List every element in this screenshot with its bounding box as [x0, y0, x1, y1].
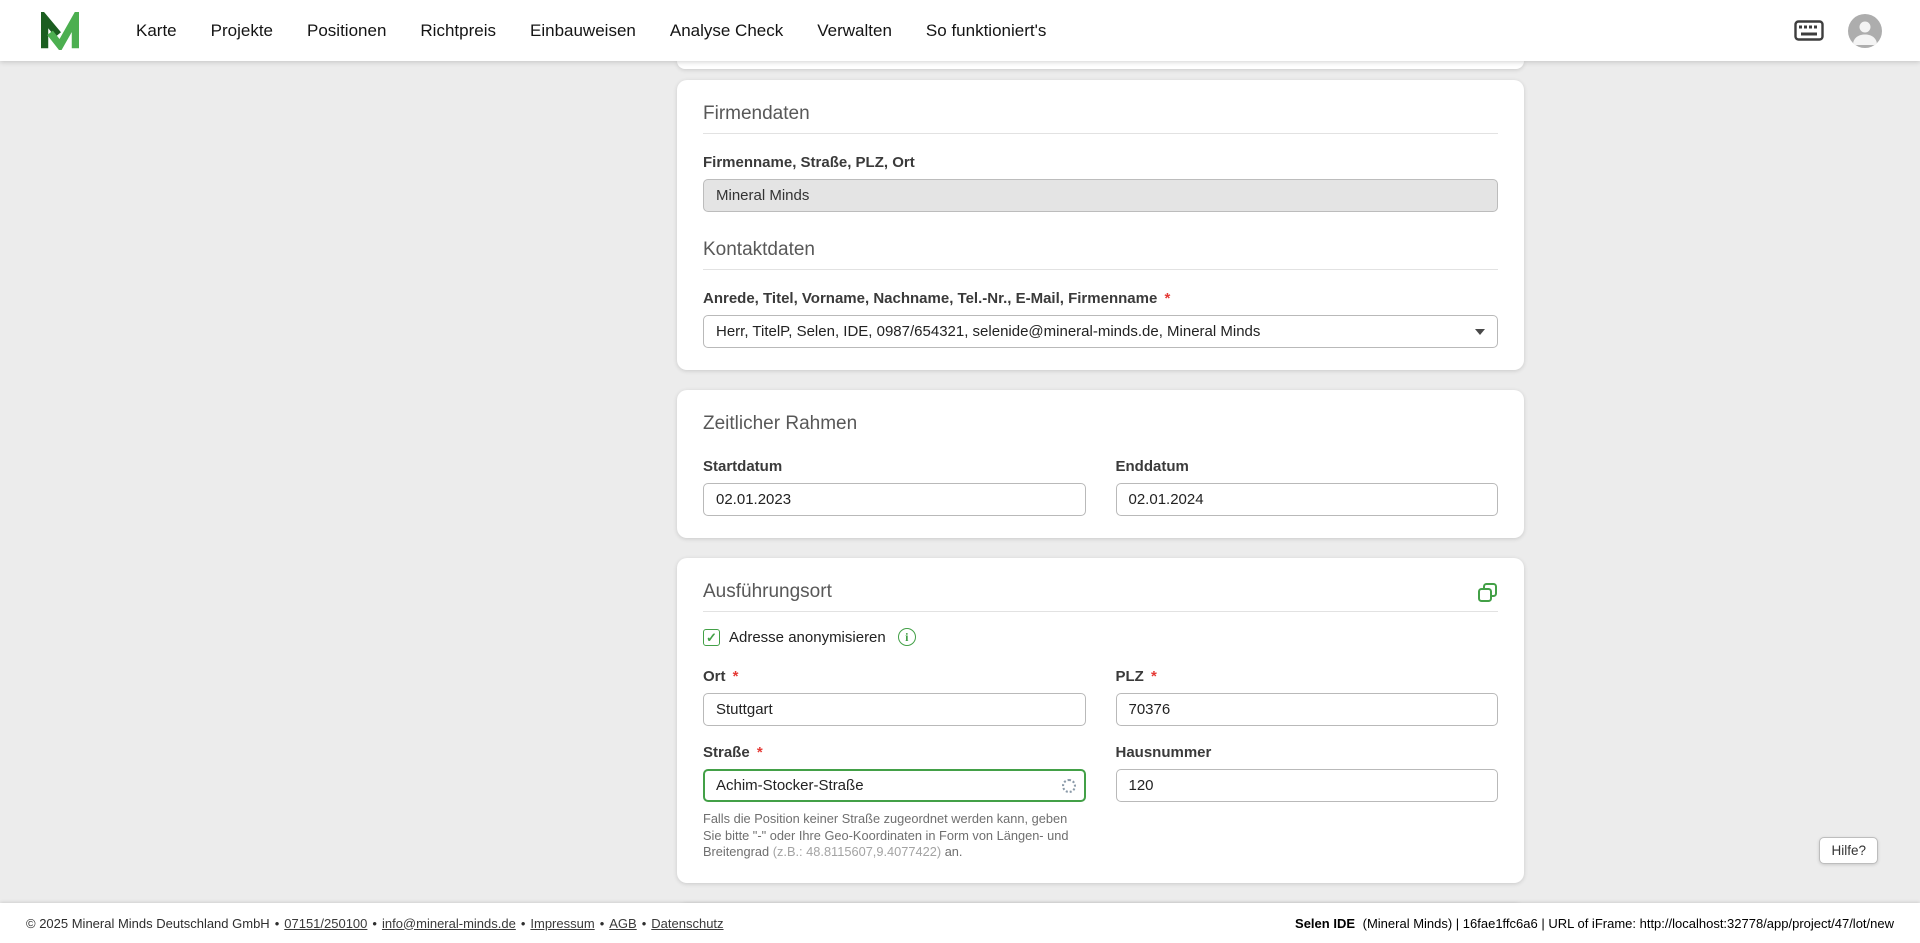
required-asterisk: *	[1151, 668, 1157, 685]
strasse-label-text: Straße	[703, 744, 750, 761]
enddatum-label: Enddatum	[1115, 458, 1189, 475]
card-firmendaten: Firmendaten Firmenname, Straße, PLZ, Ort…	[677, 80, 1524, 370]
help-button[interactable]: Hilfe?	[1819, 837, 1878, 864]
required-asterisk: *	[1164, 290, 1171, 307]
footer-phone-link[interactable]: 07151/250100	[284, 916, 367, 931]
plz-label-text: PLZ	[1115, 668, 1144, 685]
footer-separator: •	[372, 915, 377, 931]
hausnummer-field: Hausnummer	[1115, 744, 1498, 861]
strasse-label: Straße *	[703, 744, 1086, 762]
contact-select[interactable]: Herr, TitelP, Selen, IDE, 0987/654321, s…	[703, 315, 1498, 348]
card-partial-top	[677, 61, 1524, 69]
ort-label: Ort *	[703, 668, 1086, 686]
main-nav: Karte Projekte Positionen Richtpreis Ein…	[136, 21, 1046, 41]
firmendaten-title: Firmendaten	[703, 103, 810, 124]
keyboard-icon	[1794, 20, 1824, 41]
helper-suffix: an.	[944, 844, 963, 859]
hausnummer-label: Hausnummer	[1115, 744, 1212, 761]
footer-app-name: Selen IDE	[1295, 915, 1355, 931]
contact-label-text: Anrede, Titel, Vorname, Nachname, Tel.-N…	[703, 290, 1158, 307]
footer-datenschutz-link[interactable]: Datenschutz	[651, 916, 723, 931]
anonymize-checkbox[interactable]	[703, 628, 720, 646]
company-label: Firmenname, Straße, PLZ, Ort	[703, 154, 915, 171]
helper-coords: (z.B.: 48.8115607,9.4077422)	[772, 844, 942, 859]
enddatum-input[interactable]	[1115, 483, 1498, 516]
logo-icon	[41, 11, 79, 50]
footer-copyright: © 2025 Mineral Minds Deutschland GmbH	[26, 915, 270, 931]
startdatum-field: Startdatum	[703, 458, 1086, 516]
divider	[703, 133, 1498, 134]
footer-debug-info: (Mineral Minds) | 16fae1ffc6a6 | URL of …	[1362, 915, 1894, 931]
ort-input[interactable]	[703, 693, 1086, 726]
nav-item-richtpreis[interactable]: Richtpreis	[420, 21, 496, 41]
strasse-helper-text: Falls die Position keiner Straße zugeord…	[703, 811, 1083, 861]
chevron-down-icon	[1475, 328, 1485, 335]
footer-agb-link[interactable]: AGB	[609, 916, 636, 931]
footer-separator: •	[599, 915, 605, 931]
company-input	[703, 179, 1498, 212]
strasse-input[interactable]	[703, 769, 1086, 802]
kontaktdaten-title: Kontaktdaten	[703, 239, 815, 260]
hausnummer-input[interactable]	[1115, 769, 1498, 802]
zeitraum-title: Zeitlicher Rahmen	[703, 413, 858, 434]
plz-field: PLZ *	[1115, 668, 1499, 726]
anonymize-label[interactable]: Adresse anonymisieren	[729, 629, 886, 646]
plz-input[interactable]	[1115, 693, 1498, 726]
anonymize-row: Adresse anonymisieren	[703, 628, 1498, 646]
required-asterisk: *	[732, 668, 739, 685]
footer-right: Selen IDE (Mineral Minds) | 16fae1ffc6a6…	[1295, 916, 1894, 931]
copy-icon	[1478, 582, 1497, 602]
strasse-field: Straße * Falls die Position keiner Straß…	[703, 744, 1086, 861]
copy-button[interactable]	[1477, 582, 1498, 603]
divider	[703, 269, 1498, 270]
loading-spinner-icon	[1061, 779, 1076, 793]
contact-select-value: Herr, TitelP, Selen, IDE, 0987/654321, s…	[716, 323, 1261, 340]
card-ausfuehrungsort: Ausführungsort Adresse anonymisieren Or	[677, 558, 1524, 883]
enddatum-field: Enddatum	[1115, 458, 1498, 516]
nav-item-karte[interactable]: Karte	[136, 21, 177, 41]
footer-separator: •	[641, 915, 647, 931]
footer-left: © 2025 Mineral Minds Deutschland GmbH • …	[26, 916, 724, 931]
footer: © 2025 Mineral Minds Deutschland GmbH • …	[0, 903, 1920, 943]
keyboard-button[interactable]	[1794, 20, 1824, 41]
card-zeitlicher-rahmen: Zeitlicher Rahmen Startdatum Enddatum	[677, 390, 1524, 538]
user-avatar[interactable]	[1848, 13, 1882, 48]
nav-item-projekte[interactable]: Projekte	[211, 21, 273, 41]
ort-label-text: Ort	[703, 668, 726, 685]
ort-field: Ort *	[703, 668, 1086, 726]
nav-item-verwalten[interactable]: Verwalten	[817, 21, 892, 41]
nav-item-einbauweisen[interactable]: Einbauweisen	[530, 21, 636, 41]
footer-separator: •	[274, 915, 280, 931]
info-icon[interactable]	[897, 628, 916, 646]
startdatum-input[interactable]	[703, 483, 1086, 516]
footer-email-link[interactable]: info@mineral-minds.de	[382, 916, 516, 931]
startdatum-label: Startdatum	[703, 458, 783, 475]
footer-separator: •	[520, 915, 526, 931]
footer-impressum-link[interactable]: Impressum	[530, 916, 594, 931]
nav-item-analyse-check[interactable]: Analyse Check	[670, 21, 783, 41]
form-column: Firmendaten Firmenname, Straße, PLZ, Ort…	[677, 61, 1524, 931]
top-navbar: Karte Projekte Positionen Richtpreis Ein…	[0, 0, 1920, 61]
nav-item-so-funktionierts[interactable]: So funktioniert's	[926, 21, 1046, 41]
navbar-actions	[1794, 13, 1882, 48]
contact-label: Anrede, Titel, Vorname, Nachname, Tel.-N…	[703, 290, 1498, 308]
ausfuehrungsort-title: Ausführungsort	[703, 581, 832, 602]
plz-label: PLZ *	[1116, 668, 1499, 686]
divider	[703, 611, 1498, 612]
user-icon	[1853, 21, 1877, 45]
logo[interactable]	[40, 11, 80, 50]
required-asterisk: *	[756, 744, 763, 761]
nav-item-positionen[interactable]: Positionen	[307, 21, 386, 41]
